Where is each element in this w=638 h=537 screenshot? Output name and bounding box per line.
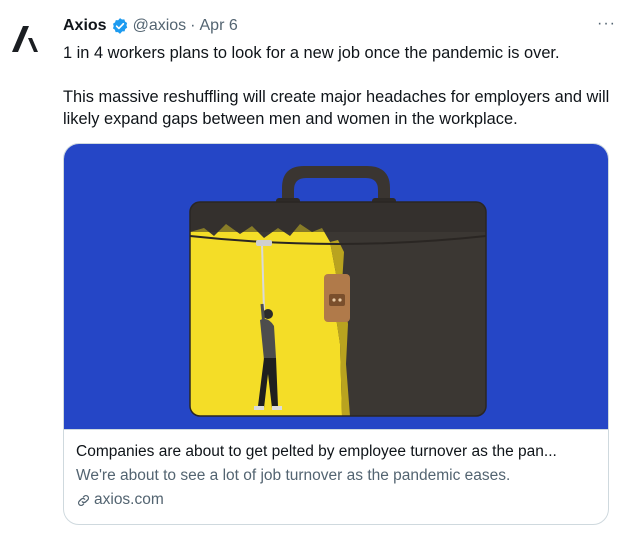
tweet-date[interactable]: Apr 6 [200,17,238,35]
link-card[interactable]: Companies are about to get pelted by emp… [63,143,609,525]
link-card-title[interactable]: Companies are about to get pelted by emp… [76,442,596,462]
verified-badge-icon [112,18,127,34]
tweet-paragraph-2: This massive reshuffling will create maj… [63,88,610,128]
tweet-paragraph-1: 1 in 4 workers plans to look for a new j… [63,44,560,62]
tweet-header: Axios @axios · Apr 6 [63,15,238,37]
link-card-meta[interactable]: Companies are about to get pelted by emp… [64,429,608,524]
link-card-domain-text[interactable]: axios.com [94,490,164,510]
link-card-description[interactable]: We're about to see a lot of job turnover… [76,466,596,486]
link-card-domain[interactable]: axios.com [76,490,164,510]
header-separator: · [190,17,196,34]
more-horizontal-icon[interactable]: ··· [597,16,616,32]
author-handle[interactable]: @axios [133,17,187,35]
briefcase-image[interactable] [64,144,609,429]
link-icon [78,494,89,506]
tweet[interactable]: Axios @axios · Apr 6 ··· 1 in 4 workers … [0,0,638,537]
axios-logo-icon[interactable] [10,24,40,54]
tweet-text: 1 in 4 workers plans to look for a new j… [63,42,618,130]
author-name[interactable]: Axios [63,17,107,35]
